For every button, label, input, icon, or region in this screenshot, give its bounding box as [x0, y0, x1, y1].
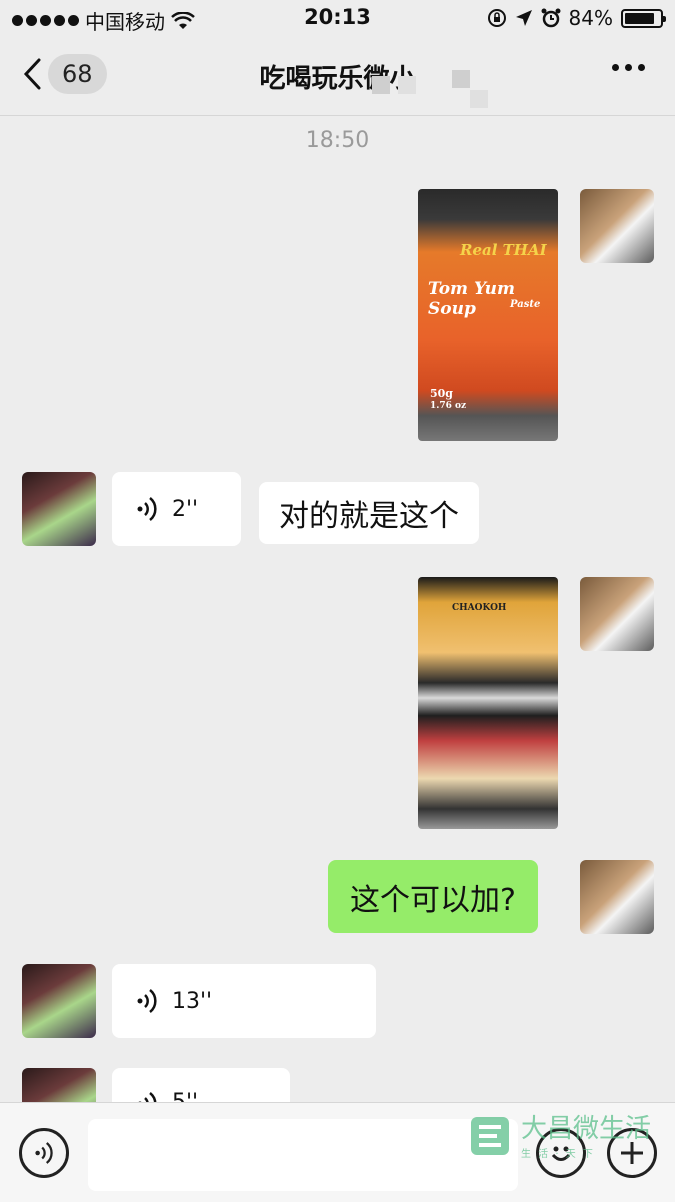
text-message[interactable]: 这个可以加? — [328, 860, 538, 933]
photo-text: 1.76 oz — [430, 401, 467, 411]
voice-duration: 13'' — [172, 988, 213, 1014]
censor-block — [398, 76, 416, 94]
voice-wave-icon — [35, 1142, 53, 1164]
chat-header: 68 吃喝玩乐微小 — [0, 36, 675, 116]
my-avatar[interactable] — [580, 189, 654, 263]
censor-block — [452, 70, 470, 88]
sent-photo-coconut-milk[interactable]: CHAOKOH — [418, 577, 558, 829]
voice-duration: 2'' — [172, 496, 199, 522]
rotation-lock-icon — [487, 9, 506, 27]
text-message[interactable]: 对的就是这个 — [259, 482, 479, 544]
my-avatar[interactable] — [580, 577, 654, 651]
message-text: 这个可以加? — [350, 882, 516, 918]
watermark-subtext: 生 活 · 天 下 — [520, 1149, 595, 1160]
message-timestamp: 18:50 — [305, 128, 370, 153]
watermark: 大昌微生活 生 活 · 天 下 — [467, 1108, 651, 1160]
my-avatar[interactable] — [580, 860, 654, 934]
watermark-text-group: 大昌微生活 生 活 · 天 下 — [521, 1108, 651, 1160]
contact-avatar[interactable] — [22, 964, 96, 1038]
voice-message[interactable]: 13'' — [112, 964, 376, 1038]
battery-level — [625, 12, 654, 24]
censor-block — [372, 76, 390, 94]
photo-text: CHAOKOH — [452, 603, 507, 613]
status-bar: 中国移动 20:13 84% — [0, 0, 675, 36]
watermark-text: 大昌微生活 — [520, 1114, 651, 1144]
message-input[interactable] — [88, 1119, 518, 1191]
photo-text: Paste — [510, 299, 541, 310]
more-options-button[interactable] — [612, 64, 645, 71]
message-text: 对的就是这个 — [279, 499, 459, 534]
location-icon — [515, 10, 532, 26]
battery-icon — [621, 8, 666, 28]
voice-message[interactable]: 2'' — [112, 472, 241, 546]
voice-wave-icon — [137, 989, 157, 1013]
chat-title-text: 吃喝玩乐微小 — [259, 64, 416, 94]
status-right: 84% — [487, 6, 666, 30]
photo-text: 50g — [430, 387, 453, 400]
battery-percent: 84% — [568, 6, 613, 30]
contact-avatar[interactable] — [22, 472, 96, 546]
voice-wave-icon — [137, 497, 157, 521]
photo-text: Real THAI — [460, 241, 547, 259]
watermark-logo-icon — [470, 1117, 509, 1155]
alarm-icon — [541, 8, 561, 28]
censor-block — [470, 90, 488, 108]
voice-input-button[interactable] — [19, 1128, 69, 1178]
chat-title: 吃喝玩乐微小 — [0, 58, 675, 95]
sent-photo-tom-yum[interactable]: Real THAI Tom Yum Soup Paste 50g 1.76 oz — [418, 189, 558, 441]
